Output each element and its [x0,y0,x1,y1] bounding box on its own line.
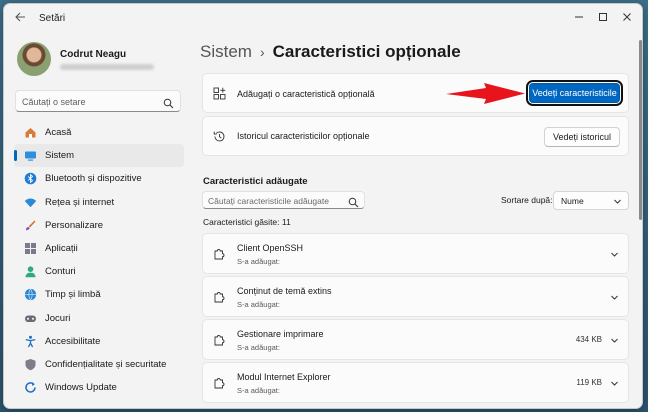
page-title: Caracteristici opționale [272,42,461,61]
sidebar-item-label: Rețea și internet [45,196,115,208]
minimize-icon[interactable] [567,7,591,27]
update-icon [24,381,37,394]
home-icon [24,126,37,139]
chevron-down-icon[interactable] [610,336,619,345]
brush-icon [24,219,37,232]
puzzle-icon [214,378,225,389]
sidebar-item-label: Bluetooth și dispozitive [45,173,142,185]
add-feature-icon [213,87,226,100]
sidebar-item-windows-update[interactable]: Windows Update [14,376,184,399]
installed-section-title: Caracteristici adăugate [203,176,308,187]
feature-name: Modul Internet Explorer [237,372,331,382]
sidebar-item-label: Timp și limbă [45,289,101,301]
sidebar-item-home[interactable]: Acasă [14,121,184,144]
breadcrumb-parent[interactable]: Sistem [200,42,252,61]
history-label: Istoricul caracteristicilor opționale [237,131,370,141]
sort-label: Sortare după: [501,195,553,205]
view-history-button[interactable]: Vedeți istoricul [544,127,620,147]
installed-search-box[interactable] [202,191,365,209]
system-icon [24,149,37,162]
sidebar-item-label: Acasă [45,127,72,138]
puzzle-icon [214,292,225,303]
sidebar-item-accounts[interactable]: Conturi [14,260,184,283]
scrollbar[interactable] [639,40,642,220]
sidebar-item-label: Windows Update [45,382,117,394]
history-card: Istoricul caracteristicilor opționale Ve… [202,116,629,156]
account-icon [24,265,37,278]
sidebar-item-time-language[interactable]: Timp și limbă [14,283,184,306]
sidebar-item-personalization[interactable]: Personalizare [14,214,184,237]
sidebar-item-label: Accesibilitate [45,335,101,347]
network-icon [24,196,37,209]
history-icon [213,130,226,143]
feature-status: S-a adăugat: [237,386,280,395]
feature-row[interactable]: Modul Internet Explorer S-a adăugat: 119… [202,362,629,403]
chevron-down-icon [614,199,621,204]
search-icon[interactable] [348,195,359,208]
close-icon[interactable] [615,7,639,27]
sort-dropdown[interactable]: Nume [553,191,629,210]
feature-row[interactable]: Conținut de temă extins S-a adăugat: [202,276,629,317]
search-input[interactable] [22,95,162,108]
installed-search-input[interactable] [208,195,346,207]
feature-name: Client OpenSSH [237,243,304,253]
accessibility-icon [24,335,37,348]
back-arrow-icon[interactable] [14,10,30,26]
gamepad-icon [24,312,37,325]
sidebar-item-label: Jocuri [45,312,71,324]
sidebar-item-privacy-security[interactable]: Confidențialitate și securitate [14,353,184,376]
bluetooth-icon [24,172,37,185]
feature-name: Gestionare imprimare [237,329,324,339]
add-feature-card: Adăugați o caracteristică opțională Vede… [202,73,629,113]
title-bar: Setări [4,4,642,32]
found-count: Caracteristici găsite: 11 [203,217,291,227]
sort-value: Nume [561,196,584,206]
search-icon[interactable] [163,96,174,109]
breadcrumb: Sistem › Caracteristici opționale [200,42,461,62]
profile-email-redacted [60,64,154,70]
globe-clock-icon [24,288,37,301]
sidebar-item-network[interactable]: Rețea și internet [14,191,184,214]
avatar[interactable] [17,42,51,76]
view-features-button[interactable]: Vedeți caracteristicile [526,80,623,106]
shield-icon [24,358,37,371]
sidebar-item-apps[interactable]: Aplicații [14,237,184,260]
add-feature-label: Adăugați o caracteristică opțională [237,89,375,99]
chevron-down-icon[interactable] [610,293,619,302]
sidebar-item-label: Confidențialitate și securitate [45,358,167,370]
feature-row[interactable]: Gestionare imprimare S-a adăugat: 434 KB [202,319,629,360]
annotation-arrow-icon [446,83,525,104]
sidebar-item-label: Sistem [45,150,75,162]
feature-size: 434 KB [575,335,602,344]
sidebar-item-label: Conturi [45,266,76,278]
sidebar-item-gaming[interactable]: Jocuri [14,307,184,330]
sidebar-item-bluetooth[interactable]: Bluetooth și dispozitive [14,167,184,190]
puzzle-icon [214,249,225,260]
sidebar-item-label: Personalizare [45,219,104,231]
sidebar-item-system[interactable]: Sistem [14,144,184,168]
feature-row[interactable]: Client OpenSSH S-a adăugat: [202,233,629,274]
settings-window: Setări Codrut Neagu Acasă [3,3,643,409]
profile-name: Codrut Neagu [60,49,127,60]
app-title: Setări [39,13,66,24]
sidebar-item-accessibility[interactable]: Accesibilitate [14,330,184,353]
feature-status: S-a adăugat: [237,300,280,309]
sidebar-item-label: Aplicații [45,242,78,254]
chevron-down-icon[interactable] [610,379,619,388]
feature-name: Conținut de temă extins [237,286,332,296]
sidebar-nav: Acasă Sistem Bluetooth și dispozitive Re… [14,121,184,399]
settings-search-box[interactable] [15,90,181,112]
feature-status: S-a adăugat: [237,343,280,352]
apps-icon [24,242,37,255]
feature-size: 119 KB [576,378,602,387]
chevron-down-icon[interactable] [610,250,619,259]
puzzle-icon [214,335,225,346]
feature-status: S-a adăugat: [237,257,280,266]
breadcrumb-separator: › [259,44,265,60]
maximize-icon[interactable] [591,7,615,27]
